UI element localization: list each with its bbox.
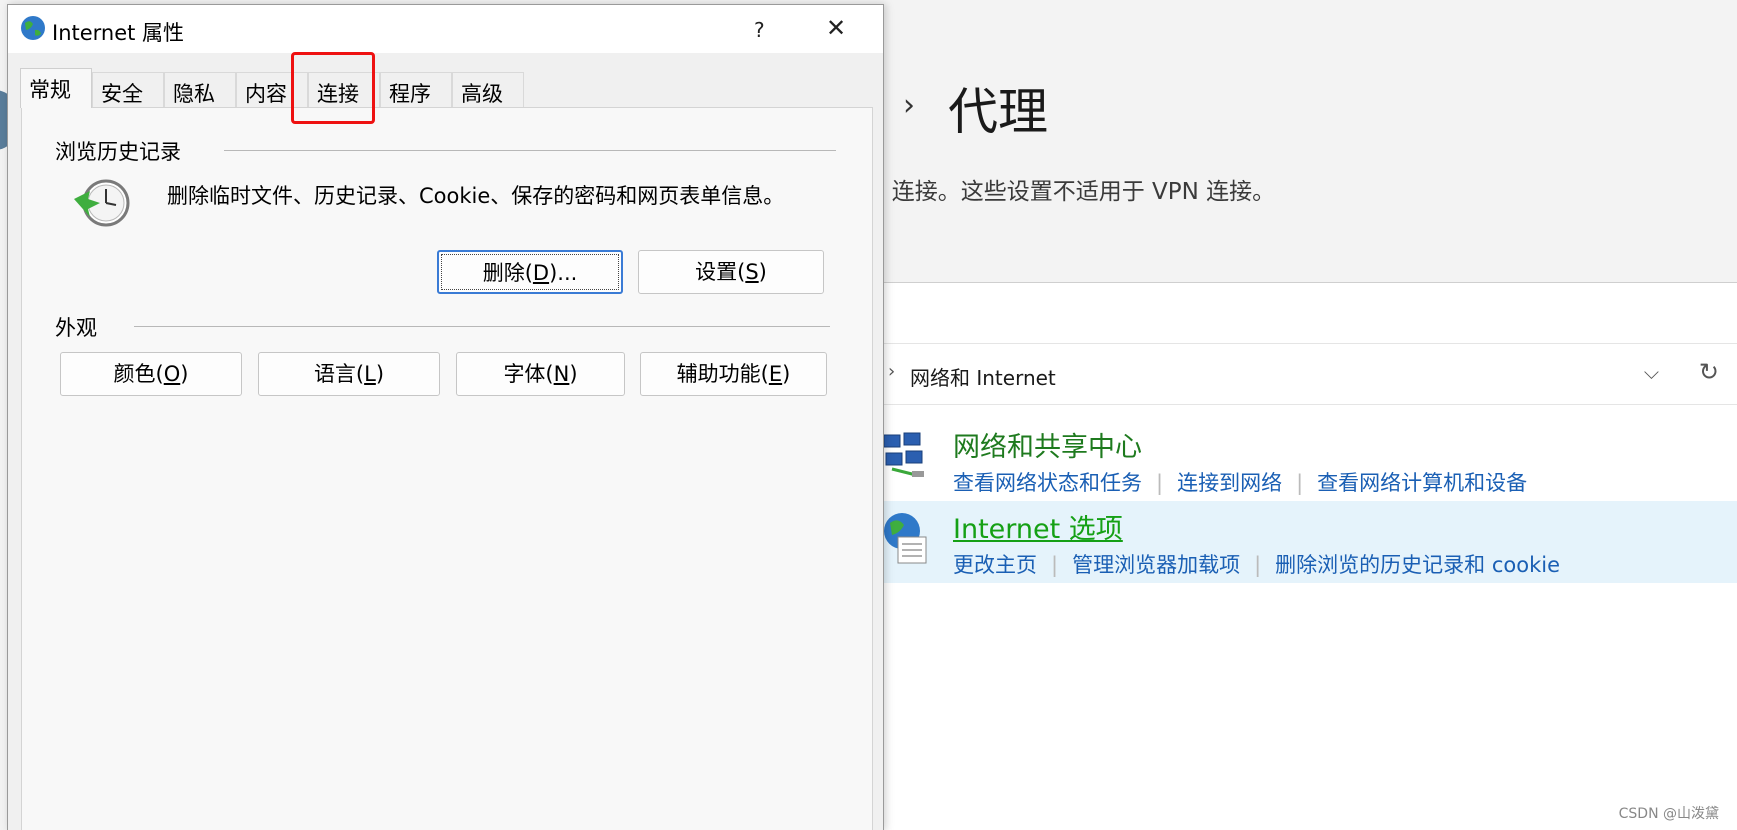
tab-general[interactable]: 常规 <box>20 68 92 108</box>
browsing-history-divider <box>224 150 836 151</box>
proxy-page-title: 代理 <box>948 83 1048 141</box>
close-icon[interactable]: ✕ <box>826 14 846 42</box>
appearance-label: 外观 <box>55 316 97 340</box>
link-delete-history[interactable]: 删除浏览的历史记录和 cookie <box>1275 553 1560 577</box>
internet-options-item[interactable]: Internet 选项 更改主页 | 管理浏览器加载项 | 删除浏览的历史记录和 coo… <box>882 501 1737 583</box>
breadcrumb-chevron-icon: › <box>903 88 915 123</box>
link-change-homepage[interactable]: 更改主页 <box>953 553 1037 577</box>
network-sharing-center-title[interactable]: 网络和共享中心 <box>953 425 1142 464</box>
address-bar[interactable]: › 网络和 Internet ⌵ ↻ <box>882 344 1737 405</box>
tab-security[interactable]: 安全 <box>92 72 164 107</box>
link-manage-addons[interactable]: 管理浏览器加载项 <box>1072 553 1240 577</box>
proxy-description: i 连接。这些设置不适用于 VPN 连接。 <box>878 179 1276 205</box>
tab-programs[interactable]: 程序 <box>380 72 452 107</box>
dialog-titlebar[interactable]: Internet 属性 ? ✕ <box>8 5 883 53</box>
network-sharing-center-links: 查看网络状态和任务 | 连接到网络 | 查看网络计算机和设备 <box>953 471 1528 495</box>
colors-button[interactable]: 颜色(O) <box>60 352 242 396</box>
refresh-icon[interactable]: ↻ <box>1699 358 1719 386</box>
history-settings-button[interactable]: 设置(S) <box>638 250 824 294</box>
tab-advanced[interactable]: 高级 <box>452 72 524 107</box>
history-description: 删除临时文件、历史记录、Cookie、保存的密码和网页表单信息。 <box>167 184 785 208</box>
control-panel-window: › 网络和 Internet ⌵ ↻ 网络和共享中心 查看网络状态和任务 | 连接到… <box>882 282 1737 830</box>
network-sharing-center-item[interactable]: 网络和共享中心 查看网络状态和任务 | 连接到网络 | 查看网络计算机和设备 <box>882 419 1737 501</box>
breadcrumb-network-internet[interactable]: 网络和 Internet <box>910 362 1056 391</box>
history-clock-icon <box>74 179 130 227</box>
fonts-button[interactable]: 字体(N) <box>456 352 625 396</box>
network-computers-icon <box>883 432 924 477</box>
general-tab-panel: 浏览历史记录 删除临时文件、历史记录、Cookie、保存的密码和网页表单信息。 … <box>21 107 873 830</box>
languages-button[interactable]: 语言(L) <box>258 352 440 396</box>
watermark: CSDN @山泼黛 <box>1618 806 1719 822</box>
link-connect-to-network[interactable]: 连接到网络 <box>1177 471 1282 495</box>
internet-options-title[interactable]: Internet 选项 <box>953 507 1123 546</box>
tab-privacy[interactable]: 隐私 <box>164 72 236 107</box>
internet-properties-dialog: Internet 属性 ? ✕ 常规 安全 隐私 内容 连接 程序 高级 浏览历… <box>7 4 884 830</box>
chevron-right-icon[interactable]: › <box>888 361 895 382</box>
delete-history-button[interactable]: 删除(D)... <box>437 250 623 294</box>
appearance-divider <box>134 326 830 327</box>
chevron-down-icon[interactable]: ⌵ <box>1644 360 1659 384</box>
internet-options-links: 更改主页 | 管理浏览器加载项 | 删除浏览的历史记录和 cookie <box>953 553 1560 577</box>
link-view-network-status[interactable]: 查看网络状态和任务 <box>953 471 1142 495</box>
accessibility-button[interactable]: 辅助功能(E) <box>640 352 827 396</box>
connections-tab-highlight-box <box>291 52 375 124</box>
help-icon[interactable]: ? <box>754 18 765 42</box>
browsing-history-label: 浏览历史记录 <box>55 140 181 164</box>
control-panel-toolbar <box>882 283 1737 344</box>
link-view-network-computers[interactable]: 查看网络计算机和设备 <box>1317 471 1527 495</box>
internet-options-icon <box>884 513 927 564</box>
dialog-title: Internet 属性 <box>52 21 185 45</box>
internet-globe-icon <box>21 16 45 40</box>
